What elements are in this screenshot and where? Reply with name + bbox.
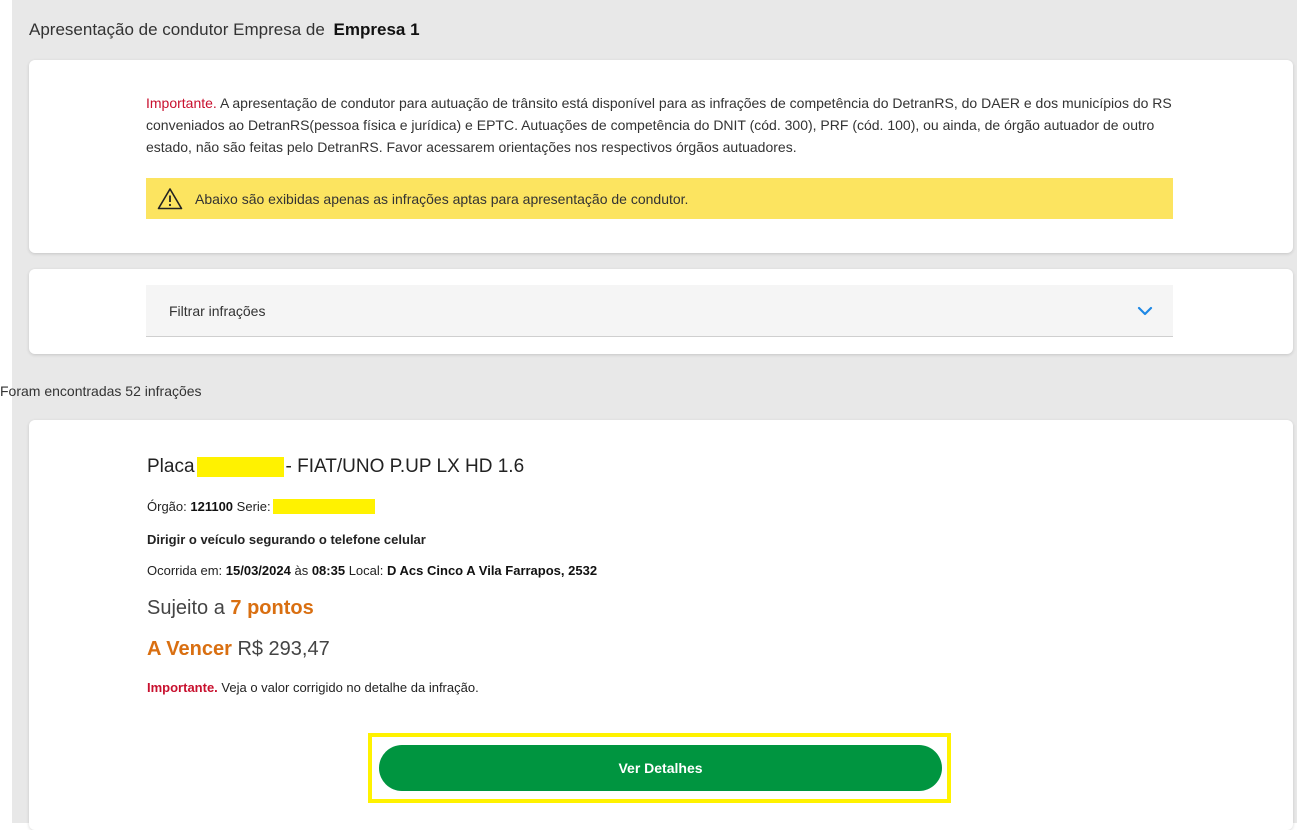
filter-card: Filtrar infrações [29,269,1293,354]
plate-line: Placa - FIAT/UNO P.UP LX HD 1.6 [147,456,524,478]
orgao-label: Órgão: [147,499,187,514]
page-title: Apresentação de condutor Empresa de Empr… [29,20,420,40]
amount-note: Importante. Veja o valor corrigido no de… [147,680,479,695]
vehicle-model: - FIAT/UNO P.UP LX HD 1.6 [285,456,525,477]
warning-banner: Abaixo são exibidas apenas as infrações … [146,178,1173,219]
amount-value: R$ 293,47 [237,638,330,660]
page-title-prefix: Apresentação de condutor Empresa de [29,20,325,39]
filter-label: Filtrar infrações [169,302,266,319]
warning-triangle-icon [157,188,183,210]
occurred-time: 08:35 [311,563,346,578]
amount-line: A Vencer R$ 293,47 [147,638,330,661]
plate-label: Placa [147,456,195,477]
redacted-serie [272,499,375,514]
serie-label: Serie: [236,499,271,514]
notice-body: A apresentação de condutor para autuação… [146,95,1172,155]
points-value: 7 pontos [230,597,314,619]
location-value: D Acs Cinco A Vila Farrapos, 2532 [387,563,598,578]
orgao-line: Órgão: 121100 Serie: [147,499,375,514]
infraction-description: Dirigir o veículo segurando o telefone c… [147,532,426,547]
ver-detalhes-button[interactable]: Ver Detalhes [379,745,942,791]
notice-important-label: Importante. [146,95,217,111]
warning-text: Abaixo são exibidas apenas as infrações … [195,190,689,207]
points-prefix: Sujeito a [147,597,225,619]
redacted-plate [196,457,284,477]
occurrence-line: Ocorrida em: 15/03/2024 às 08:35 Local: … [147,563,597,578]
status-label: A Vencer [147,638,232,660]
results-count: Foram encontradas 52 infrações [0,383,202,399]
time-separator: às [294,563,309,578]
amount-note-text: Veja o valor corrigido no detalhe da inf… [217,680,479,695]
points-line: Sujeito a 7 pontos [147,597,314,620]
occurred-date: 15/03/2024 [225,563,291,578]
notice-text: Importante. A apresentação de condutor p… [146,92,1181,158]
orgao-value: 121100 [190,499,234,514]
infraction-card: Placa - FIAT/UNO P.UP LX HD 1.6 Órgão: 1… [29,420,1293,830]
filter-accordion[interactable]: Filtrar infrações [146,285,1173,337]
occurred-label: Ocorrida em: [147,563,223,578]
company-name: Empresa 1 [333,20,420,39]
location-label: Local: [348,563,384,578]
notice-card: Importante. A apresentação de condutor p… [29,60,1293,253]
amount-note-important-label: Importante. [147,680,218,695]
chevron-down-icon[interactable] [1137,306,1153,316]
